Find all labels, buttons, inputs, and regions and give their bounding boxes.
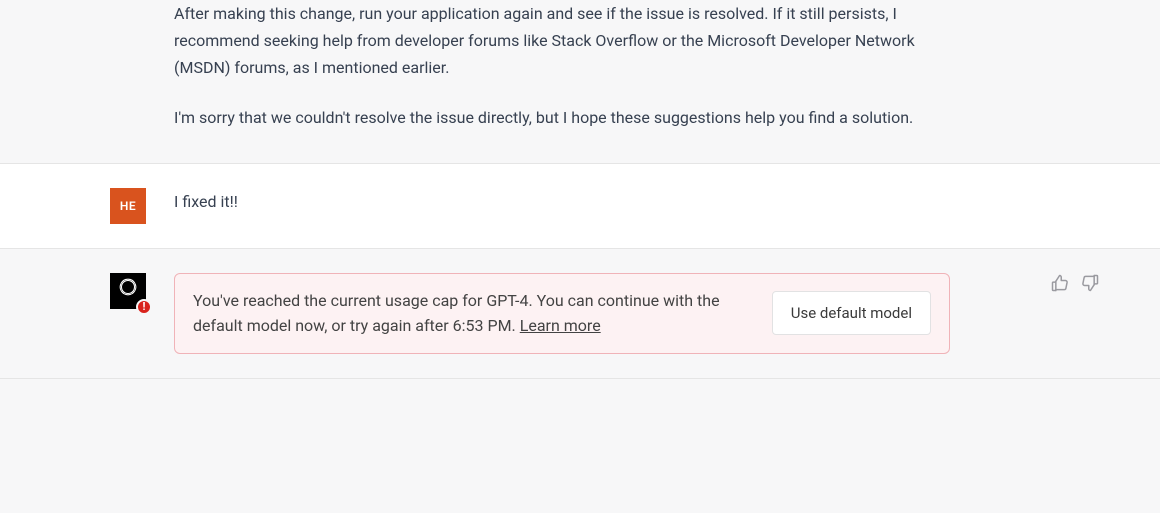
feedback-controls — [1050, 273, 1100, 293]
usage-cap-message: You've reached the current usage cap for… — [193, 291, 720, 336]
usage-cap-text: You've reached the current usage cap for… — [193, 288, 752, 339]
assistant-avatar: ! — [110, 273, 146, 309]
trailing-space — [0, 379, 1160, 399]
user-avatar: HE — [110, 188, 146, 224]
user-avatar-initials: HE — [120, 196, 136, 216]
avatar-placeholder — [110, 0, 146, 131]
user-message: I fixed it!! — [174, 188, 950, 215]
assistant-paragraph: After making this change, run your appli… — [174, 0, 950, 82]
assistant-turn-error: ! You've reached the current usage cap f… — [0, 249, 1160, 379]
assistant-turn-previous: After making this change, run your appli… — [0, 0, 1160, 164]
learn-more-link[interactable]: Learn more — [520, 316, 601, 335]
error-badge-icon: ! — [136, 299, 152, 315]
use-default-model-button[interactable]: Use default model — [772, 291, 931, 335]
user-turn: HE I fixed it!! — [0, 164, 1160, 249]
thumbs-up-icon[interactable] — [1050, 273, 1070, 293]
assistant-paragraph: I'm sorry that we couldn't resolve the i… — [174, 104, 950, 131]
thumbs-down-icon[interactable] — [1080, 273, 1100, 293]
usage-cap-notice: You've reached the current usage cap for… — [174, 273, 950, 354]
assistant-text: After making this change, run your appli… — [174, 0, 990, 131]
